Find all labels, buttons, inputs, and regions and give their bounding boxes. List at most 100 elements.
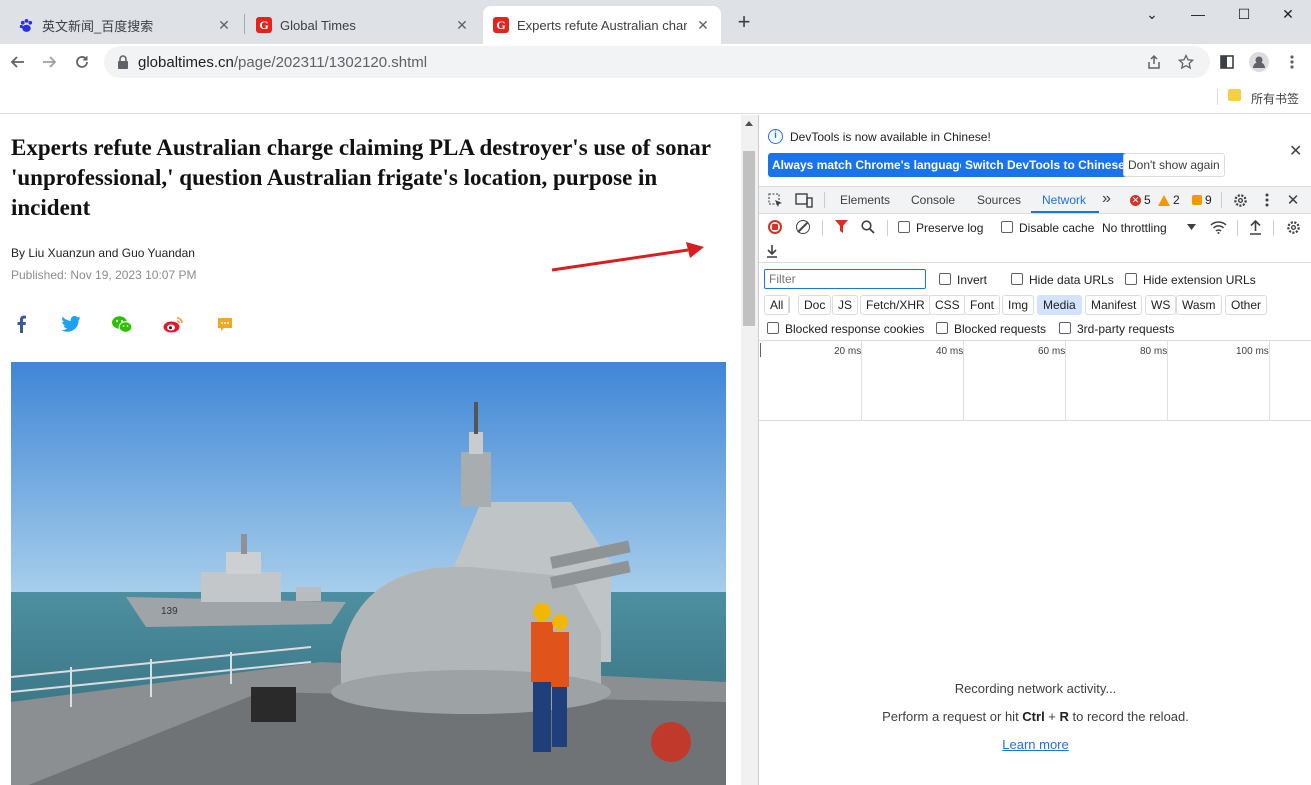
- type-filter-css[interactable]: CSS: [929, 295, 966, 315]
- throttling-select[interactable]: No throttling: [1102, 221, 1167, 235]
- info-count: 9: [1205, 193, 1212, 207]
- more-tabs-icon[interactable]: »: [1102, 190, 1111, 208]
- kebab-menu-icon[interactable]: [1282, 52, 1302, 72]
- tab-elements[interactable]: Elements: [840, 193, 890, 207]
- global-times-g-icon: G: [493, 17, 509, 33]
- disable-cache-checkbox[interactable]: [1001, 221, 1013, 233]
- tab-search-chevron-icon[interactable]: ⌄: [1129, 0, 1175, 28]
- warning-count: 2: [1173, 193, 1180, 207]
- address-bar[interactable]: globaltimes.cn/page/202311/1302120.shtml: [104, 46, 1210, 78]
- switch-to-chinese-button[interactable]: Switch DevTools to Chinese: [961, 153, 1129, 177]
- tab-experts-refute[interactable]: G Experts refute Australian charge ✕: [483, 6, 721, 44]
- network-conditions-wifi-icon[interactable]: [1209, 219, 1227, 235]
- page-scrollbar[interactable]: [741, 115, 758, 785]
- side-panel-icon[interactable]: [1217, 52, 1237, 72]
- preserve-log-checkbox[interactable]: [898, 221, 910, 233]
- tab-network[interactable]: Network: [1042, 193, 1086, 207]
- type-filter-img[interactable]: Img: [1002, 295, 1035, 315]
- type-filter-media[interactable]: Media: [1037, 295, 1082, 315]
- blocked-requests-checkbox[interactable]: [936, 322, 948, 334]
- bookmark-star-icon[interactable]: [1176, 52, 1196, 72]
- facebook-icon[interactable]: [10, 313, 32, 335]
- reload-button[interactable]: [70, 50, 94, 74]
- close-icon[interactable]: ✕: [454, 17, 470, 33]
- toolbar-divider: [822, 220, 823, 236]
- url-domain: globaltimes.cn: [138, 54, 234, 71]
- close-icon[interactable]: ✕: [695, 17, 711, 33]
- warning-count-badge[interactable]: 2: [1158, 193, 1180, 207]
- tab-global-times[interactable]: G Global Times ✕: [246, 6, 480, 44]
- hide-extension-urls-checkbox[interactable]: [1125, 273, 1137, 285]
- network-empty-state: Recording network activity... Perform a …: [759, 675, 1311, 759]
- comment-icon[interactable]: [214, 313, 236, 335]
- minimize-button[interactable]: —: [1175, 0, 1221, 28]
- type-filter-other[interactable]: Other: [1225, 295, 1268, 315]
- device-toolbar-icon[interactable]: [795, 192, 813, 208]
- forward-arrow-icon: [43, 56, 57, 68]
- share-icon[interactable]: [1144, 52, 1164, 72]
- close-icon[interactable]: ✕: [216, 17, 232, 33]
- settings-gear-icon[interactable]: [1232, 192, 1248, 208]
- all-bookmarks-button[interactable]: 所有书签: [1251, 90, 1299, 107]
- always-match-language-button[interactable]: Always match Chrome's language: [768, 153, 971, 177]
- timeline-tick-label: 80 ms: [1140, 346, 1168, 357]
- hint-key-ctrl: Ctrl: [1022, 709, 1045, 724]
- scroll-up-arrow-icon[interactable]: [745, 121, 753, 126]
- stop-recording-icon[interactable]: [768, 220, 782, 234]
- type-filter-manifest[interactable]: Manifest: [1085, 295, 1143, 315]
- type-filter-all[interactable]: All: [764, 295, 790, 315]
- new-tab-button[interactable]: +: [734, 11, 754, 33]
- type-filter-wasm[interactable]: Wasm: [1176, 295, 1222, 315]
- export-har-download-icon[interactable]: [765, 243, 779, 259]
- type-filter-font[interactable]: Font: [964, 295, 1001, 315]
- window-close-button[interactable]: ✕: [1265, 0, 1311, 28]
- type-filter-ws[interactable]: WS: [1145, 295, 1177, 315]
- article-published-date: Published: Nov 19, 2023 10:07 PM: [11, 268, 197, 282]
- invert-checkbox[interactable]: [939, 273, 951, 285]
- learn-more-link[interactable]: Learn more: [1002, 737, 1068, 752]
- bookmarks-bar: 所有书签: [0, 80, 1311, 114]
- tab-title: Global Times: [280, 17, 356, 33]
- blocked-response-cookies-checkbox[interactable]: [767, 322, 779, 334]
- tab-console[interactable]: Console: [911, 193, 955, 207]
- error-count-badge[interactable]: ✕ 5: [1130, 193, 1151, 207]
- network-toolbar: Preserve log Disable cache No throttling: [759, 215, 1311, 241]
- type-filter-fetch-xhr[interactable]: Fetch/XHR: [860, 295, 931, 315]
- inspect-element-icon[interactable]: [767, 192, 783, 208]
- tab-baidu[interactable]: 英文新闻_百度搜索 ✕: [8, 6, 242, 44]
- chevron-down-icon[interactable]: [1186, 221, 1196, 233]
- info-count-badge[interactable]: 9: [1192, 193, 1212, 207]
- scrollbar-thumb[interactable]: [743, 151, 755, 326]
- weibo-icon[interactable]: [162, 313, 184, 335]
- tab-sources[interactable]: Sources: [977, 193, 1021, 207]
- dont-show-again-button[interactable]: Don't show again: [1123, 153, 1225, 177]
- clear-icon[interactable]: [796, 220, 810, 234]
- lock-icon: [118, 55, 128, 69]
- filter-input[interactable]: [764, 269, 926, 289]
- profile-avatar-icon[interactable]: [1249, 52, 1269, 72]
- reload-hint-text: Perform a request or hit Ctrl + R to rec…: [759, 703, 1311, 731]
- twitter-icon[interactable]: [60, 313, 82, 335]
- kebab-menu-icon[interactable]: [1262, 192, 1272, 208]
- back-button[interactable]: [6, 50, 30, 74]
- timeline-start-marker: [760, 343, 761, 357]
- filter-funnel-icon[interactable]: [833, 219, 849, 235]
- devtools-panel: i DevTools is now available in Chinese! …: [758, 115, 1311, 785]
- wechat-icon[interactable]: [111, 313, 133, 335]
- search-icon[interactable]: [860, 219, 876, 235]
- close-icon[interactable]: ✕: [1289, 141, 1302, 161]
- type-filter-js[interactable]: JS: [832, 295, 859, 315]
- article-headline: Experts refute Australian charge claimin…: [11, 135, 711, 220]
- language-banner: i DevTools is now available in Chinese! …: [759, 115, 1311, 185]
- toolbar-divider: [1237, 220, 1238, 236]
- third-party-requests-checkbox[interactable]: [1059, 322, 1071, 334]
- forward-button[interactable]: [37, 50, 61, 74]
- article-photo: 139: [11, 362, 726, 785]
- network-settings-gear-icon[interactable]: [1285, 219, 1301, 235]
- network-overview-timeline[interactable]: 20 ms 40 ms 60 ms 80 ms 100 ms: [759, 341, 1311, 421]
- import-har-upload-icon[interactable]: [1247, 218, 1263, 236]
- hide-data-urls-checkbox[interactable]: [1011, 273, 1023, 285]
- close-devtools-icon[interactable]: ✕: [1285, 192, 1301, 209]
- type-filter-doc[interactable]: Doc: [798, 295, 832, 315]
- maximize-button[interactable]: ☐: [1221, 0, 1267, 28]
